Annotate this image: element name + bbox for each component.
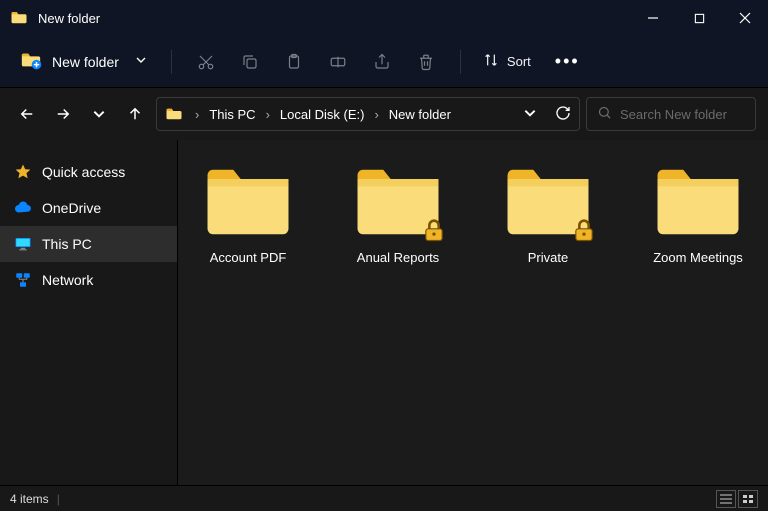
- lock-icon: [570, 216, 598, 244]
- sidebar-item-quick-access[interactable]: Quick access: [0, 154, 177, 190]
- copy-button[interactable]: [230, 44, 270, 80]
- close-button[interactable]: [722, 0, 768, 36]
- folder-label: Account PDF: [210, 250, 287, 265]
- sort-button[interactable]: Sort: [475, 52, 539, 71]
- search-icon: [597, 105, 612, 123]
- status-bar: 4 items |: [0, 485, 768, 511]
- paste-button[interactable]: [274, 44, 314, 80]
- breadcrumb-item[interactable]: This PC: [207, 107, 257, 122]
- sidebar-item-onedrive[interactable]: OneDrive: [0, 190, 177, 226]
- sidebar-item-network[interactable]: Network: [0, 262, 177, 298]
- body: Quick access OneDrive This PC Network: [0, 140, 768, 485]
- cut-button[interactable]: [186, 44, 226, 80]
- folder-icon: [352, 164, 444, 240]
- refresh-button[interactable]: [555, 105, 571, 124]
- folder-item[interactable]: Private: [488, 164, 608, 265]
- sidebar-item-label: OneDrive: [42, 200, 101, 216]
- share-button[interactable]: [362, 44, 402, 80]
- chevron-right-icon: ›: [191, 107, 203, 122]
- search-box[interactable]: [586, 97, 756, 131]
- monitor-icon: [14, 235, 32, 253]
- folder-icon: [165, 105, 183, 123]
- more-button[interactable]: •••: [543, 51, 592, 72]
- folder-label: Private: [528, 250, 568, 265]
- star-icon: [14, 163, 32, 181]
- back-button[interactable]: [12, 99, 42, 129]
- toolbar-separator: [171, 50, 172, 74]
- nav-row: › This PC › Local Disk (E:) › New folder: [0, 88, 768, 140]
- breadcrumb-item[interactable]: New folder: [387, 107, 453, 122]
- address-bar[interactable]: › This PC › Local Disk (E:) › New folder: [156, 97, 580, 131]
- toolbar-separator: [460, 50, 461, 74]
- sidebar-item-label: Quick access: [42, 164, 125, 180]
- sidebar: Quick access OneDrive This PC Network: [0, 140, 178, 485]
- sort-label: Sort: [507, 54, 531, 69]
- new-folder-icon: [20, 49, 42, 74]
- sidebar-item-this-pc[interactable]: This PC: [0, 226, 177, 262]
- folder-icon: [10, 9, 28, 27]
- sidebar-item-label: This PC: [42, 236, 92, 252]
- window-title: New folder: [38, 11, 100, 26]
- minimize-button[interactable]: [630, 0, 676, 36]
- cloud-icon: [14, 199, 32, 217]
- delete-button[interactable]: [406, 44, 446, 80]
- content-area[interactable]: Account PDF Anual Reports Private: [178, 140, 768, 485]
- search-input[interactable]: [620, 107, 745, 122]
- sort-icon: [483, 52, 499, 71]
- toolbar: New folder Sort •••: [0, 36, 768, 88]
- folder-item[interactable]: Account PDF: [188, 164, 308, 265]
- rename-button[interactable]: [318, 44, 358, 80]
- folder-icon: [502, 164, 594, 240]
- folder-icon: [202, 164, 294, 240]
- large-icons-view-button[interactable]: [738, 490, 758, 508]
- forward-button[interactable]: [48, 99, 78, 129]
- item-count: 4 items: [10, 492, 49, 506]
- chevron-right-icon: ›: [370, 107, 382, 122]
- maximize-button[interactable]: [676, 0, 722, 36]
- lock-icon: [420, 216, 448, 244]
- new-folder-label: New folder: [52, 54, 119, 70]
- folder-icon: [652, 164, 744, 240]
- title-bar: New folder: [0, 0, 768, 36]
- sidebar-item-label: Network: [42, 272, 93, 288]
- new-folder-button[interactable]: New folder: [10, 43, 157, 80]
- recent-locations-button[interactable]: [84, 99, 114, 129]
- folder-item[interactable]: Zoom Meetings: [638, 164, 758, 265]
- chevron-right-icon: ›: [262, 107, 274, 122]
- details-view-button[interactable]: [716, 490, 736, 508]
- breadcrumb-item[interactable]: Local Disk (E:): [278, 107, 367, 122]
- chevron-down-icon[interactable]: [523, 106, 537, 123]
- up-button[interactable]: [120, 99, 150, 129]
- chevron-down-icon: [135, 54, 147, 69]
- folder-item[interactable]: Anual Reports: [338, 164, 458, 265]
- window-controls: [630, 0, 768, 36]
- folder-label: Zoom Meetings: [653, 250, 743, 265]
- status-separator: |: [57, 492, 60, 506]
- network-icon: [14, 271, 32, 289]
- folder-label: Anual Reports: [357, 250, 439, 265]
